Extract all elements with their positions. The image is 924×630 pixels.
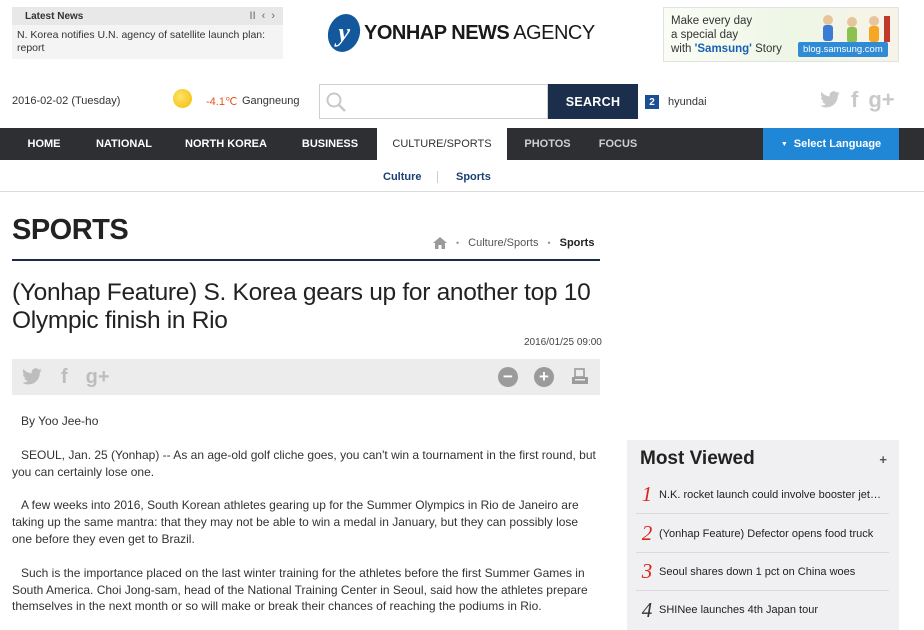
header-social-links: f g+ [819,89,895,111]
nav-focus[interactable]: FOCUS [590,128,646,160]
breadcrumb: • Culture/Sports • Sports [433,237,594,249]
ad-text: Make every day a special day with 'Samsu… [671,14,782,56]
subnav-culture[interactable]: Culture [383,171,422,183]
sub-nav: Culture Sports [0,160,924,192]
google-plus-icon[interactable]: g+ [868,89,894,111]
select-language-label: Select Language [793,138,882,150]
article-paragraph: SEOUL, Jan. 25 (Yonhap) -- As an age-old… [12,447,596,479]
latest-news-controls: II ‹ › [250,10,275,22]
breadcrumb-separator: • [547,238,551,248]
article-tools: − + [498,367,590,387]
nav-north-korea[interactable]: NORTH KOREA [174,128,278,160]
most-viewed-link[interactable]: N.K. rocket launch could involve booster… [658,489,883,501]
latest-news-title: Latest News [25,10,84,22]
chevron-left-icon[interactable]: ‹ [262,10,266,22]
ad-line-3-prefix: with [671,43,695,55]
share-links: f g+ [21,366,110,388]
most-viewed-link[interactable]: Seoul shares down 1 pct on China woes [658,566,883,578]
google-plus-icon[interactable]: g+ [86,366,110,388]
home-icon[interactable] [433,237,447,249]
subnav-divider [437,171,438,183]
pause-icon[interactable]: II [250,10,256,22]
select-language-dropdown[interactable]: ▼ Select Language [763,128,899,160]
ad-line-2: a special day [671,29,739,41]
logo-wordmark: YONHAP NEWS AGENCY [364,22,595,45]
nav-home[interactable]: HOME [12,128,76,160]
caret-down-icon: ▼ [780,140,788,148]
logo-bold-text: YONHAP NEWS [364,21,510,44]
latest-news-headline[interactable]: N. Korea notifies U.N. agency of satelli… [12,25,283,55]
latest-news-box: Latest News II ‹ › N. Korea notifies U.N… [12,7,283,59]
article-toolbar: f g+ − + [12,359,600,395]
breadcrumb-separator: • [456,238,460,248]
most-viewed-link[interactable]: (Yonhap Feature) Defector opens food tru… [658,528,883,540]
facebook-icon[interactable]: f [851,89,858,111]
nav-culture-sports[interactable]: CULTURE/SPORTS [377,128,507,160]
section-divider [12,259,600,261]
most-viewed-rank: 1 [641,482,653,506]
yonhap-logo[interactable]: y YONHAP NEWS AGENCY [326,13,595,53]
samsung-ad-banner[interactable]: Make every day a special day with 'Samsu… [663,7,899,62]
ad-brand: 'Samsung' [694,43,752,55]
ad-line-3: with 'Samsung' Story [671,42,782,56]
article-headline: (Yonhap Feature) S. Korea gears up for a… [12,279,591,334]
font-increase-button[interactable]: + [534,367,554,387]
most-viewed-panel: Most Viewed + 1 N.K. rocket launch could… [627,440,899,630]
article-timestamp: 2016/01/25 09:00 [524,337,602,348]
font-decrease-button[interactable]: − [498,367,518,387]
search-input[interactable] [319,84,548,119]
most-viewed-title: Most Viewed [640,448,755,469]
chevron-right-icon[interactable]: › [271,10,275,22]
article-paragraph: Such is the importance placed on the las… [12,565,588,614]
sun-icon [173,89,192,108]
most-viewed-item[interactable]: 2 (Yonhap Feature) Defector opens food t… [636,515,889,553]
breadcrumb-sports: Sports [559,237,595,249]
subnav-sports[interactable]: Sports [456,171,491,183]
logo-mark: y [326,14,362,52]
ad-url: blog.samsung.com [798,42,888,57]
most-viewed-link[interactable]: SHINee launches 4th Japan tour [658,604,883,616]
most-viewed-more-button[interactable]: + [879,452,887,467]
search-icon [326,92,346,112]
ad-line-1: Make every day [671,15,753,27]
facebook-icon[interactable]: f [61,366,68,388]
logo-light-text: AGENCY [509,21,595,44]
nav-photos[interactable]: PHOTOS [515,128,580,160]
ad-line-3-suffix: Story [751,43,782,55]
twitter-icon[interactable] [819,91,841,109]
most-viewed-item[interactable]: 3 Seoul shares down 1 pct on China woes [636,553,889,591]
article-byline: By Yoo Jee-ho [21,414,99,428]
nav-national[interactable]: NATIONAL [86,128,162,160]
article-paragraph: A few weeks into 2016, South Korean athl… [12,498,579,546]
twitter-icon[interactable] [21,368,43,386]
current-date: 2016-02-02 (Tuesday) [12,95,121,107]
most-viewed-rank: 4 [641,597,653,622]
latest-news-header: Latest News II ‹ › [12,7,283,25]
nav-business[interactable]: BUSINESS [290,128,370,160]
main-nav: HOME NATIONAL NORTH KOREA BUSINESS CULTU… [0,128,924,160]
temperature: -4.1℃ [206,96,238,108]
trending-keyword[interactable]: hyundai [668,96,707,108]
breadcrumb-culture-sports[interactable]: Culture/Sports [468,237,538,249]
trending-rank-badge: 2 [645,95,659,109]
article-body: By Yoo Jee-ho SEOUL, Jan. 25 (Yonhap) --… [12,413,600,630]
most-viewed-rank: 2 [641,521,653,545]
weather-city[interactable]: Gangneung [242,95,300,107]
print-icon[interactable] [570,367,590,387]
most-viewed-item[interactable]: 1 N.K. rocket launch could involve boost… [636,476,889,514]
most-viewed-item[interactable]: 4 SHINee launches 4th Japan tour [636,591,889,629]
section-title: SPORTS [12,214,129,246]
search-button[interactable]: SEARCH [548,84,638,119]
most-viewed-rank: 3 [641,559,653,583]
